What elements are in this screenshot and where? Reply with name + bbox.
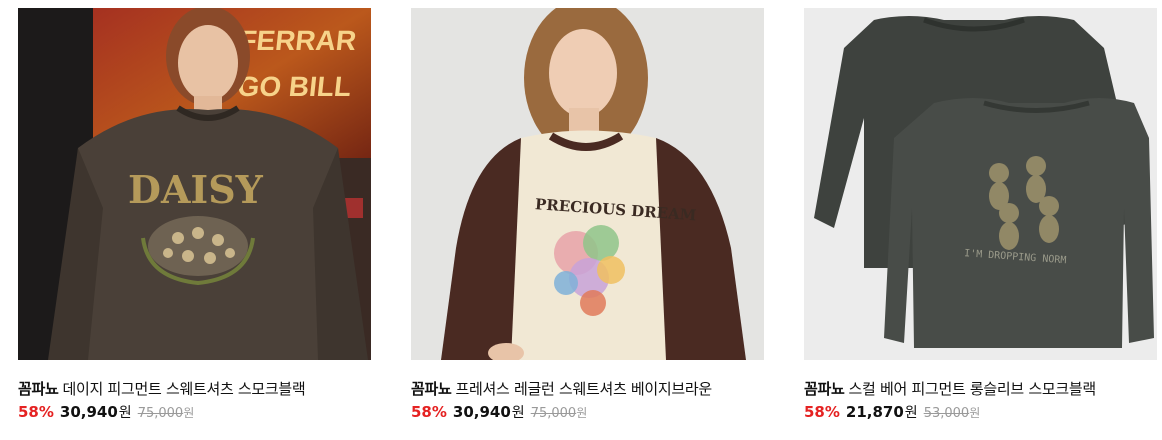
sale-price: 30,940 xyxy=(452,403,511,421)
product-card-precious-raglan[interactable]: PRECIOUS DREAM 꼼파뇨 프레셔스 레글런 스웨트셔츠 베이지브라운 … xyxy=(411,8,764,424)
sale-price: 30,940 xyxy=(59,403,118,421)
product-card-skull-bear-longsleeve[interactable]: I'M DROPPING NORM 꼼파뇨 스컬 베어 피그먼트 롱슬리브 스모크… xyxy=(804,8,1157,424)
brand-name: 꼼파뇨 xyxy=(804,380,845,398)
sale-price-currency: 원 xyxy=(511,405,525,421)
print-text-daisy: DAISY xyxy=(128,167,264,212)
original-price: 75,000 xyxy=(137,406,184,421)
sale-price-currency: 원 xyxy=(118,405,132,421)
product-name: 데이지 피그먼트 스웨트셔츠 스모크블랙 xyxy=(62,380,306,398)
price-row: 58% 30,940원 75,000원 xyxy=(411,402,764,424)
price-row: 58% 21,870원 53,000원 xyxy=(804,402,1157,424)
sale-price: 21,870 xyxy=(845,403,904,421)
original-price-currency: 원 xyxy=(183,406,195,420)
product-image-precious-raglan[interactable]: PRECIOUS DREAM xyxy=(411,8,764,360)
discount-rate: 58% xyxy=(804,403,840,421)
product-title[interactable]: 꼼파뇨 스컬 베어 피그먼트 롱슬리브 스모크블랙 xyxy=(804,379,1157,399)
original-price-currency: 원 xyxy=(576,406,588,420)
discount-rate: 58% xyxy=(18,403,54,421)
product-image-skull-bear-longsleeve[interactable]: I'M DROPPING NORM xyxy=(804,8,1157,360)
brand-name: 꼼파뇨 xyxy=(411,380,452,398)
sale-price-currency: 원 xyxy=(904,405,918,421)
original-price: 75,000 xyxy=(530,406,577,421)
original-price-currency: 원 xyxy=(969,406,981,420)
product-title[interactable]: 꼼파뇨 데이지 피그먼트 스웨트셔츠 스모크블랙 xyxy=(18,379,371,399)
price-row: 58% 30,940원 75,000원 xyxy=(18,402,371,424)
original-price: 53,000 xyxy=(923,406,970,421)
backdrop-sign-text-1: FERRAR xyxy=(238,25,358,56)
backdrop-sign-text-2: GO BILL xyxy=(236,71,353,102)
product-title[interactable]: 꼼파뇨 프레셔스 레글런 스웨트셔츠 베이지브라운 xyxy=(411,379,764,399)
product-name: 프레셔스 레글런 스웨트셔츠 베이지브라운 xyxy=(455,380,713,398)
product-card-daisy-sweatshirt[interactable]: FERRAR GO BILL DAISY 꼼파뇨 데이지 피그먼트 스웨트셔츠 … xyxy=(18,8,371,424)
product-image-daisy-sweatshirt[interactable]: FERRAR GO BILL DAISY xyxy=(18,8,371,360)
discount-rate: 58% xyxy=(411,403,447,421)
product-name: 스컬 베어 피그먼트 롱슬리브 스모크블랙 xyxy=(848,380,1097,398)
product-grid: FERRAR GO BILL DAISY 꼼파뇨 데이지 피그먼트 스웨트셔츠 … xyxy=(18,8,1157,424)
brand-name: 꼼파뇨 xyxy=(18,380,59,398)
